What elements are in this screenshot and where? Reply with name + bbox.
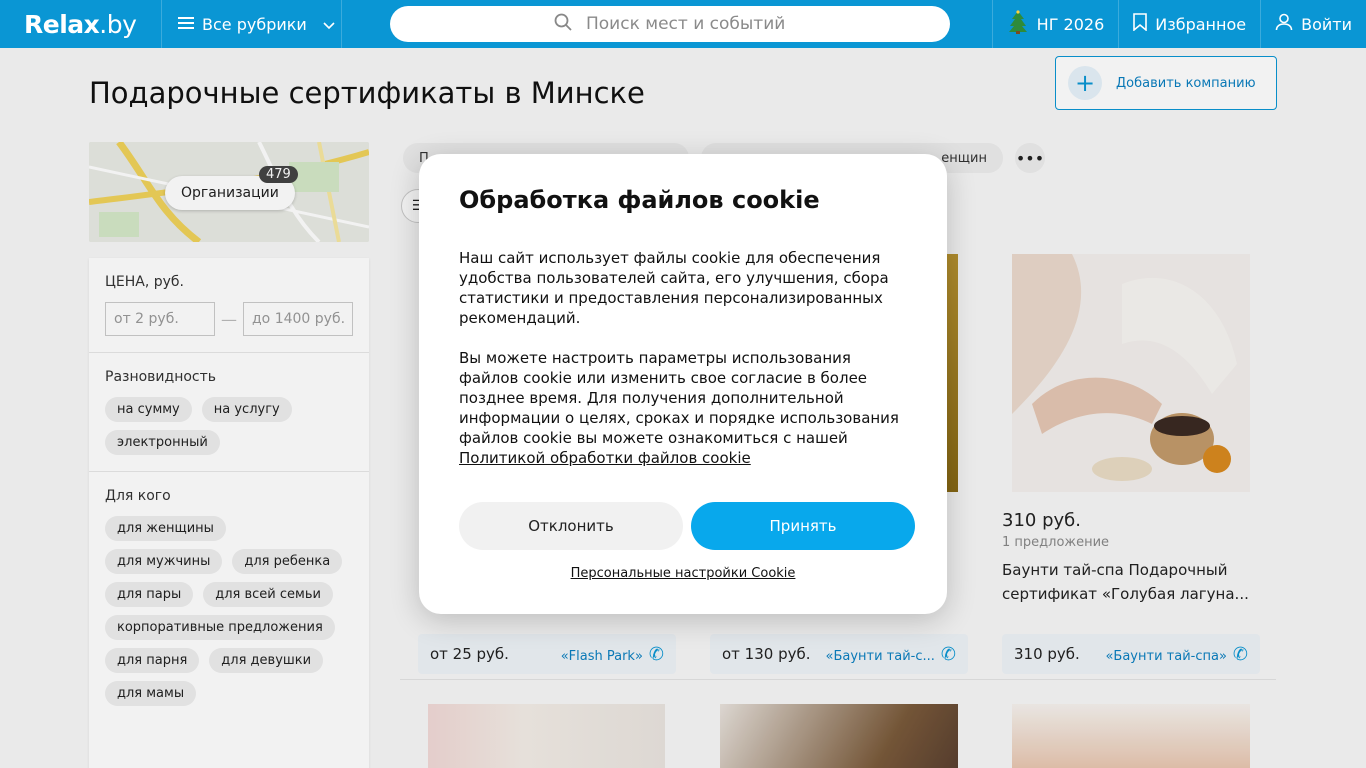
rubrics-menu-button[interactable]: Все рубрики [162,0,342,48]
rubrics-label: Все рубрики [202,14,307,34]
cookie-title: Обработка файлов cookie [459,186,820,214]
search-icon [554,13,572,35]
decline-button[interactable]: Отклонить [459,502,683,550]
login-label: Войти [1301,14,1352,34]
accept-button[interactable]: Принять [691,502,915,550]
hamburger-icon [178,15,194,34]
chevron-down-icon [323,15,335,34]
bookmark-icon [1133,13,1148,35]
login-link[interactable]: Войти [1260,0,1366,48]
cookie-text-2-body: Вы можете настроить параметры использова… [459,349,899,447]
search-input[interactable] [586,14,886,34]
logo-main: Relax [24,9,100,39]
site-logo[interactable]: Relax .by [0,0,162,48]
top-header: Relax.by Все рубрики НГ 2026 Избранное [0,0,1366,48]
user-icon [1275,13,1293,35]
cookie-dialog: Обработка файлов cookie Наш сайт использ… [419,154,947,614]
personal-cookie-settings-link[interactable]: Персональные настройки Cookie [419,566,947,581]
search-bar[interactable] [390,6,950,42]
favorites-link[interactable]: Избранное [1118,0,1260,48]
cookie-policy-link[interactable]: Политикой обработки файлов cookie [459,449,751,467]
favorites-label: Избранное [1155,14,1247,34]
new-year-link[interactable]: НГ 2026 [991,0,1119,48]
cookie-text-2: Вы можете настроить параметры использова… [459,348,907,468]
cookie-text-1: Наш сайт использует файлы cookie для обе… [459,249,889,327]
new-year-label: НГ 2026 [1036,14,1105,34]
logo-suffix: .by [99,9,137,39]
christmas-tree-icon [1007,10,1029,38]
